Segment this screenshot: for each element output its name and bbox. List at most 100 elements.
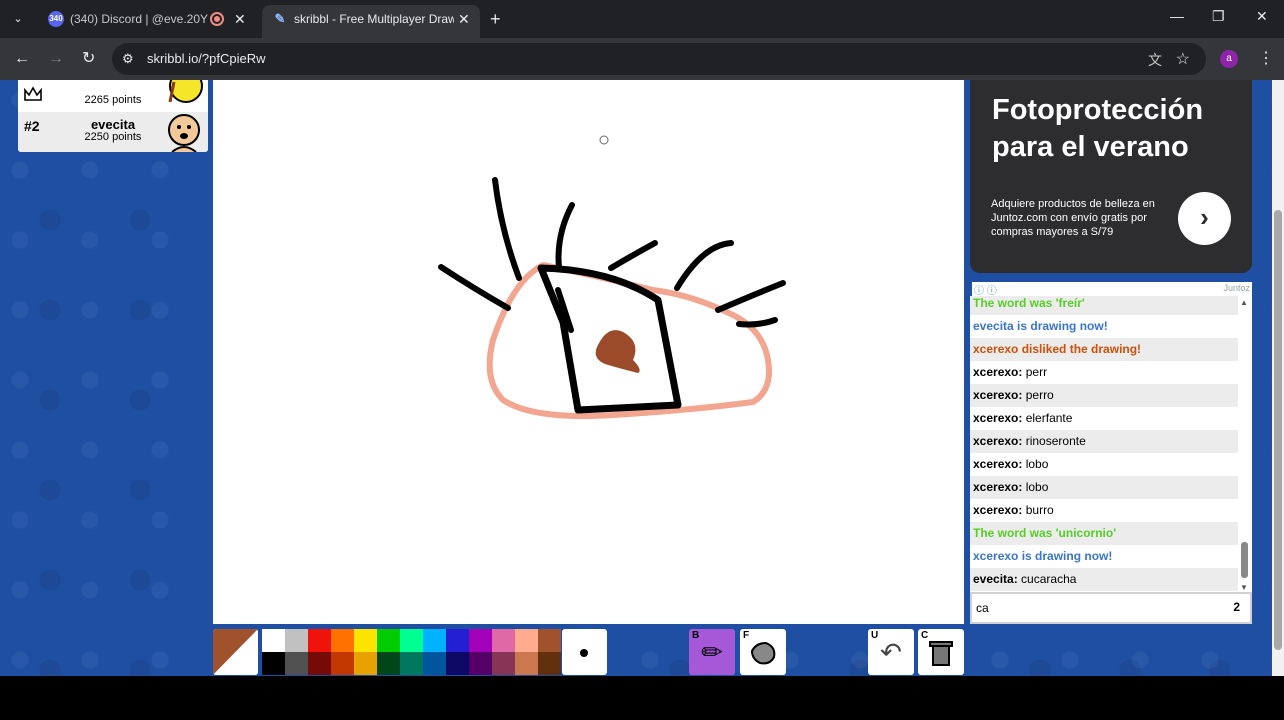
chat-message: evecita is drawing now!: [973, 319, 1108, 333]
discord-icon: 340: [48, 11, 64, 27]
chat-message: xcerexo: rinoseronte: [970, 430, 1238, 453]
tab-skribbl[interactable]: ✎ skribbl - Free Multiplayer Drawi ✕: [262, 5, 480, 38]
color-swatch[interactable]: [400, 629, 423, 652]
brush-dot: [580, 649, 588, 657]
color-swatch[interactable]: [538, 652, 561, 675]
tab-title: (340) Discord | @eve.20Y: [70, 12, 209, 26]
player-name: evecita: [90, 117, 136, 132]
drawing-canvas[interactable]: [213, 80, 964, 624]
close-icon[interactable]: ✕: [234, 5, 246, 33]
color-swatch[interactable]: [400, 652, 423, 675]
chat-message: xcerexo: perr: [973, 365, 1048, 379]
menu-icon[interactable]: ⋮: [1258, 48, 1274, 68]
bookmark-star-icon[interactable]: ☆: [1176, 49, 1190, 69]
color-swatch[interactable]: [423, 629, 446, 652]
ad-choices-icon[interactable]: ⓘ ⓘ: [974, 282, 997, 297]
color-swatch[interactable]: [446, 629, 469, 652]
scroll-thumb[interactable]: [1241, 542, 1248, 578]
color-swatch[interactable]: [285, 652, 308, 675]
chat-message: xcerexo: lobo: [973, 457, 1049, 471]
scroll-up-icon[interactable]: ▲: [1240, 298, 1248, 307]
color-swatch[interactable]: [262, 629, 285, 652]
skribbl-icon: ✎: [272, 11, 288, 27]
maximize-button[interactable]: ❐: [1212, 8, 1225, 25]
color-swatch[interactable]: [354, 629, 377, 652]
color-swatch[interactable]: [262, 652, 285, 675]
scroll-down-icon[interactable]: ▼: [1240, 583, 1248, 592]
tab-title: skribbl - Free Multiplayer Drawi: [294, 12, 454, 26]
page-scrollbar[interactable]: [1272, 80, 1284, 676]
ad-brand: Juntoz: [1223, 283, 1250, 293]
site-info-icon[interactable]: ⚙: [122, 51, 134, 67]
minimize-button[interactable]: —: [1170, 8, 1184, 24]
color-swatch[interactable]: [469, 629, 492, 652]
player-row[interactable]: #2 evecita 2250 points: [18, 112, 208, 152]
close-icon[interactable]: ✕: [458, 5, 470, 33]
undo-icon: ↶: [880, 637, 902, 667]
profile-avatar[interactable]: a: [1220, 50, 1238, 68]
color-swatch[interactable]: [308, 652, 331, 675]
color-swatch[interactable]: [492, 629, 515, 652]
undo-button[interactable]: U ↶: [868, 629, 914, 675]
tab-discord[interactable]: 340 (340) Discord | @eve.20Y ✕: [38, 5, 258, 33]
color-swatch[interactable]: [285, 629, 308, 652]
chat-message: xcerexo is drawing now!: [973, 549, 1113, 563]
tab-search-button[interactable]: ⌄: [8, 9, 28, 29]
player-rank: #2: [24, 118, 40, 134]
color-swatch[interactable]: [515, 652, 538, 675]
color-swatch[interactable]: [423, 652, 446, 675]
current-color[interactable]: [213, 629, 258, 675]
color-swatch[interactable]: [377, 629, 400, 652]
translate-icon[interactable]: 文: [1148, 50, 1162, 70]
color-swatch[interactable]: [515, 629, 538, 652]
ad-body: Adquiere productos de belleza en Juntoz.…: [991, 198, 1155, 238]
chat-message: xcerexo: perro: [970, 384, 1238, 407]
chat-message: evecita: cucaracha: [970, 568, 1238, 591]
trash-icon: [929, 641, 953, 666]
ad-headline: Fotoprotección para el verano: [992, 94, 1204, 163]
letterbox: [0, 676, 1284, 720]
color-swatch[interactable]: [331, 629, 354, 652]
color-swatch[interactable]: [538, 629, 561, 652]
chat-message: The word was 'freír': [970, 296, 1238, 315]
chat-input[interactable]: [976, 599, 1216, 617]
chat-message: xcerexo: lobo: [970, 476, 1238, 499]
chat-scrollbar[interactable]: ▲ ▼: [1240, 296, 1250, 592]
drawing: [438, 135, 786, 419]
color-swatch[interactable]: [446, 652, 469, 675]
ad-banner[interactable]: Fotoprotección para el verano Adquiere p…: [970, 80, 1252, 273]
color-swatch[interactable]: [331, 652, 354, 675]
color-swatch[interactable]: [354, 652, 377, 675]
close-window-button[interactable]: ✕: [1256, 8, 1268, 25]
clear-button[interactable]: C: [918, 629, 964, 675]
color-swatch[interactable]: [469, 652, 492, 675]
player-points: 2250 points: [84, 131, 142, 143]
chat-input-box: 2: [970, 592, 1252, 624]
color-swatch[interactable]: [377, 652, 400, 675]
chat-message: xcerexo disliked the drawing!: [970, 338, 1238, 361]
brush-size-button[interactable]: [562, 629, 607, 675]
chat-message: The word was 'unicornio': [970, 522, 1238, 545]
ad-arrow-button[interactable]: ›: [1178, 192, 1231, 245]
color-swatch[interactable]: [308, 629, 331, 652]
back-button[interactable]: ←: [14, 49, 30, 69]
player-row[interactable]: 2265 points: [18, 80, 208, 112]
recording-icon: [210, 12, 224, 26]
skribbl-page: 2265 points #2 evecita 2250 points Fotop…: [0, 80, 1272, 676]
color-swatch[interactable]: [492, 652, 515, 675]
player-points: 2265 points: [84, 94, 142, 106]
pencil-tool-button[interactable]: B ✏: [689, 629, 735, 675]
page-scroll-thumb[interactable]: [1274, 210, 1282, 650]
char-count: 2: [1233, 600, 1240, 614]
chat-message: xcerexo: elerfante: [973, 411, 1073, 425]
color-palette: [262, 629, 561, 675]
forward-button[interactable]: →: [48, 49, 64, 69]
player-avatar: [168, 114, 200, 152]
fill-tool-button[interactable]: F: [740, 629, 786, 675]
new-tab-button[interactable]: +: [490, 9, 501, 29]
player-avatar: [168, 80, 203, 103]
reload-button[interactable]: ↻: [82, 49, 95, 69]
tab-bar: ⌄ 340 (340) Discord | @eve.20Y ✕ ✎ skrib…: [0, 0, 1284, 38]
address-bar[interactable]: ⚙ skribbl.io/?pfCpieRw 文 ☆: [112, 43, 1206, 75]
crown-icon: [24, 86, 42, 101]
